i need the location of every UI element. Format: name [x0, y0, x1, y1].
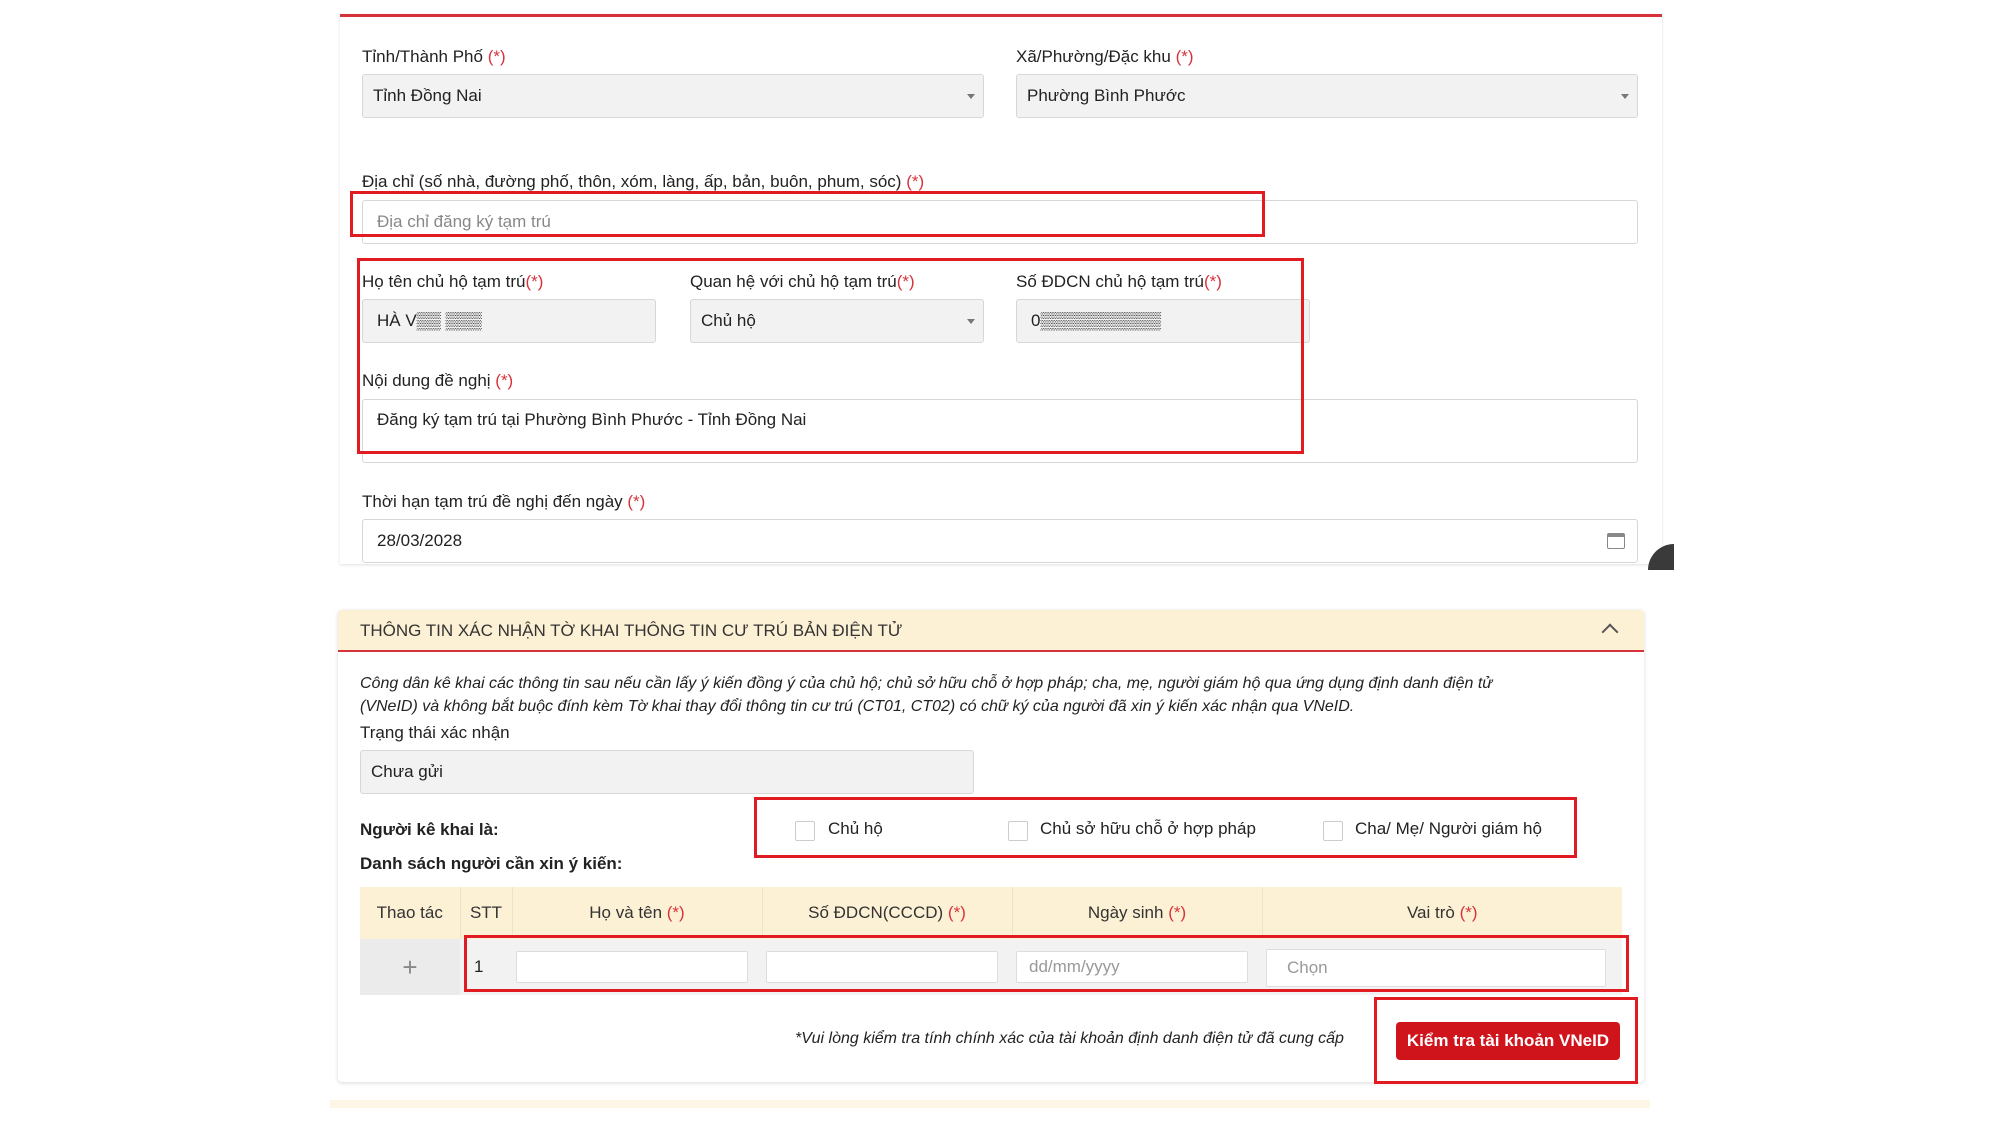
- row-stt: 1: [474, 957, 484, 976]
- host-id-label: Số ĐDCN chủ hộ tạm trú(*): [1016, 272, 1222, 291]
- option-owner: Chủ sở hữu chỗ ở hợp pháp: [1040, 819, 1256, 838]
- name-input[interactable]: [516, 951, 748, 983]
- verify-vneid-button[interactable]: Kiểm tra tài khoản VNeID: [1396, 1022, 1620, 1060]
- residence-form-panel: Tỉnh/Thành Phố (*) Tỉnh Đồng Nai Xã/Phườ…: [340, 14, 1662, 564]
- checkbox-guardian[interactable]: [1323, 821, 1343, 841]
- duration-label: Thời hạn tạm trú đề nghị đến ngày (*): [362, 492, 646, 511]
- province-label: Tỉnh/Thành Phố (*): [362, 47, 506, 66]
- ward-select[interactable]: Phường Bình Phước: [1016, 74, 1638, 118]
- row-cells: 1 dd/mm/yyyy Chọn: [460, 939, 1622, 995]
- table-row: + 1 dd/mm/yyyy Chọn: [360, 939, 1622, 995]
- duration-date-input[interactable]: 28/03/2028: [362, 519, 1638, 563]
- calendar-icon[interactable]: [1607, 533, 1625, 549]
- note-line-2: (VNeID) và không bắt buộc đính kèm Tờ kh…: [360, 698, 1355, 715]
- note-line-1: Công dân kê khai các thông tin sau nếu c…: [360, 675, 1493, 692]
- checkbox-owner[interactable]: [1008, 821, 1028, 841]
- list-label: Danh sách người cần xin ý kiến:: [360, 854, 623, 873]
- content-textarea[interactable]: Đăng ký tạm trú tại Phường Bình Phước - …: [362, 399, 1638, 463]
- chevron-down-icon: [967, 94, 975, 99]
- section-title: THÔNG TIN XÁC NHẬN TỜ KHAI THÔNG TIN CƯ …: [360, 621, 903, 640]
- next-section-edge: [330, 1100, 1650, 1108]
- plus-icon[interactable]: +: [402, 952, 417, 982]
- province-select[interactable]: Tỉnh Đồng Nai: [362, 74, 984, 118]
- relation-select[interactable]: Chủ hộ: [690, 299, 984, 343]
- chevron-down-icon: [967, 319, 975, 324]
- host-name-label: Họ tên chủ hộ tạm trú(*): [362, 272, 544, 291]
- consultation-table: Thao tác STT Họ và tên (*) Số ĐDCN(CCCD)…: [360, 887, 1622, 995]
- header-role: Vai trò (*): [1262, 887, 1622, 939]
- status-label: Trạng thái xác nhận: [360, 723, 510, 742]
- confirmation-section: THÔNG TIN XÁC NHẬN TỜ KHAI THÔNG TIN CƯ …: [338, 610, 1644, 1084]
- ward-label: Xã/Phường/Đặc khu (*): [1016, 47, 1194, 66]
- header-name: Họ và tên (*): [512, 887, 763, 939]
- status-field: Chưa gửi: [360, 750, 974, 794]
- option-guardian: Cha/ Mẹ/ Người giám hộ: [1355, 819, 1542, 838]
- relation-label: Quan hệ với chủ hộ tạm trú(*): [690, 272, 915, 291]
- checkbox-host[interactable]: [795, 821, 815, 841]
- verify-note: *Vui lòng kiểm tra tính chính xác của tà…: [795, 1030, 1344, 1047]
- address-label: Địa chỉ (số nhà, đường phố, thôn, xóm, l…: [362, 172, 925, 191]
- header-stt: STT: [460, 887, 513, 939]
- chevron-up-icon[interactable]: [1601, 623, 1619, 641]
- host-name-input[interactable]: HÀ V▒▒ ▒▒▒: [362, 299, 656, 343]
- chevron-down-icon: [1621, 94, 1629, 99]
- address-input[interactable]: Địa chỉ đăng ký tạm trú: [362, 200, 1638, 244]
- dob-input[interactable]: dd/mm/yyyy: [1016, 951, 1248, 983]
- declarant-label: Người kê khai là:: [360, 820, 499, 839]
- section-header[interactable]: THÔNG TIN XÁC NHẬN TỜ KHAI THÔNG TIN CƯ …: [338, 610, 1644, 652]
- option-host: Chủ hộ: [828, 819, 883, 838]
- content-label: Nội dung đề nghị (*): [362, 371, 514, 390]
- header-id: Số ĐDCN(CCCD) (*): [762, 887, 1013, 939]
- id-input[interactable]: [766, 951, 998, 983]
- action-cell: +: [360, 939, 460, 995]
- table-header-row: Thao tác STT Họ và tên (*) Số ĐDCN(CCCD)…: [360, 887, 1622, 939]
- header-dob: Ngày sinh (*): [1012, 887, 1263, 939]
- header-action: Thao tác: [360, 887, 461, 939]
- host-id-input[interactable]: 0▒▒▒▒▒▒▒▒▒▒: [1016, 299, 1310, 343]
- role-select[interactable]: Chọn: [1266, 949, 1606, 987]
